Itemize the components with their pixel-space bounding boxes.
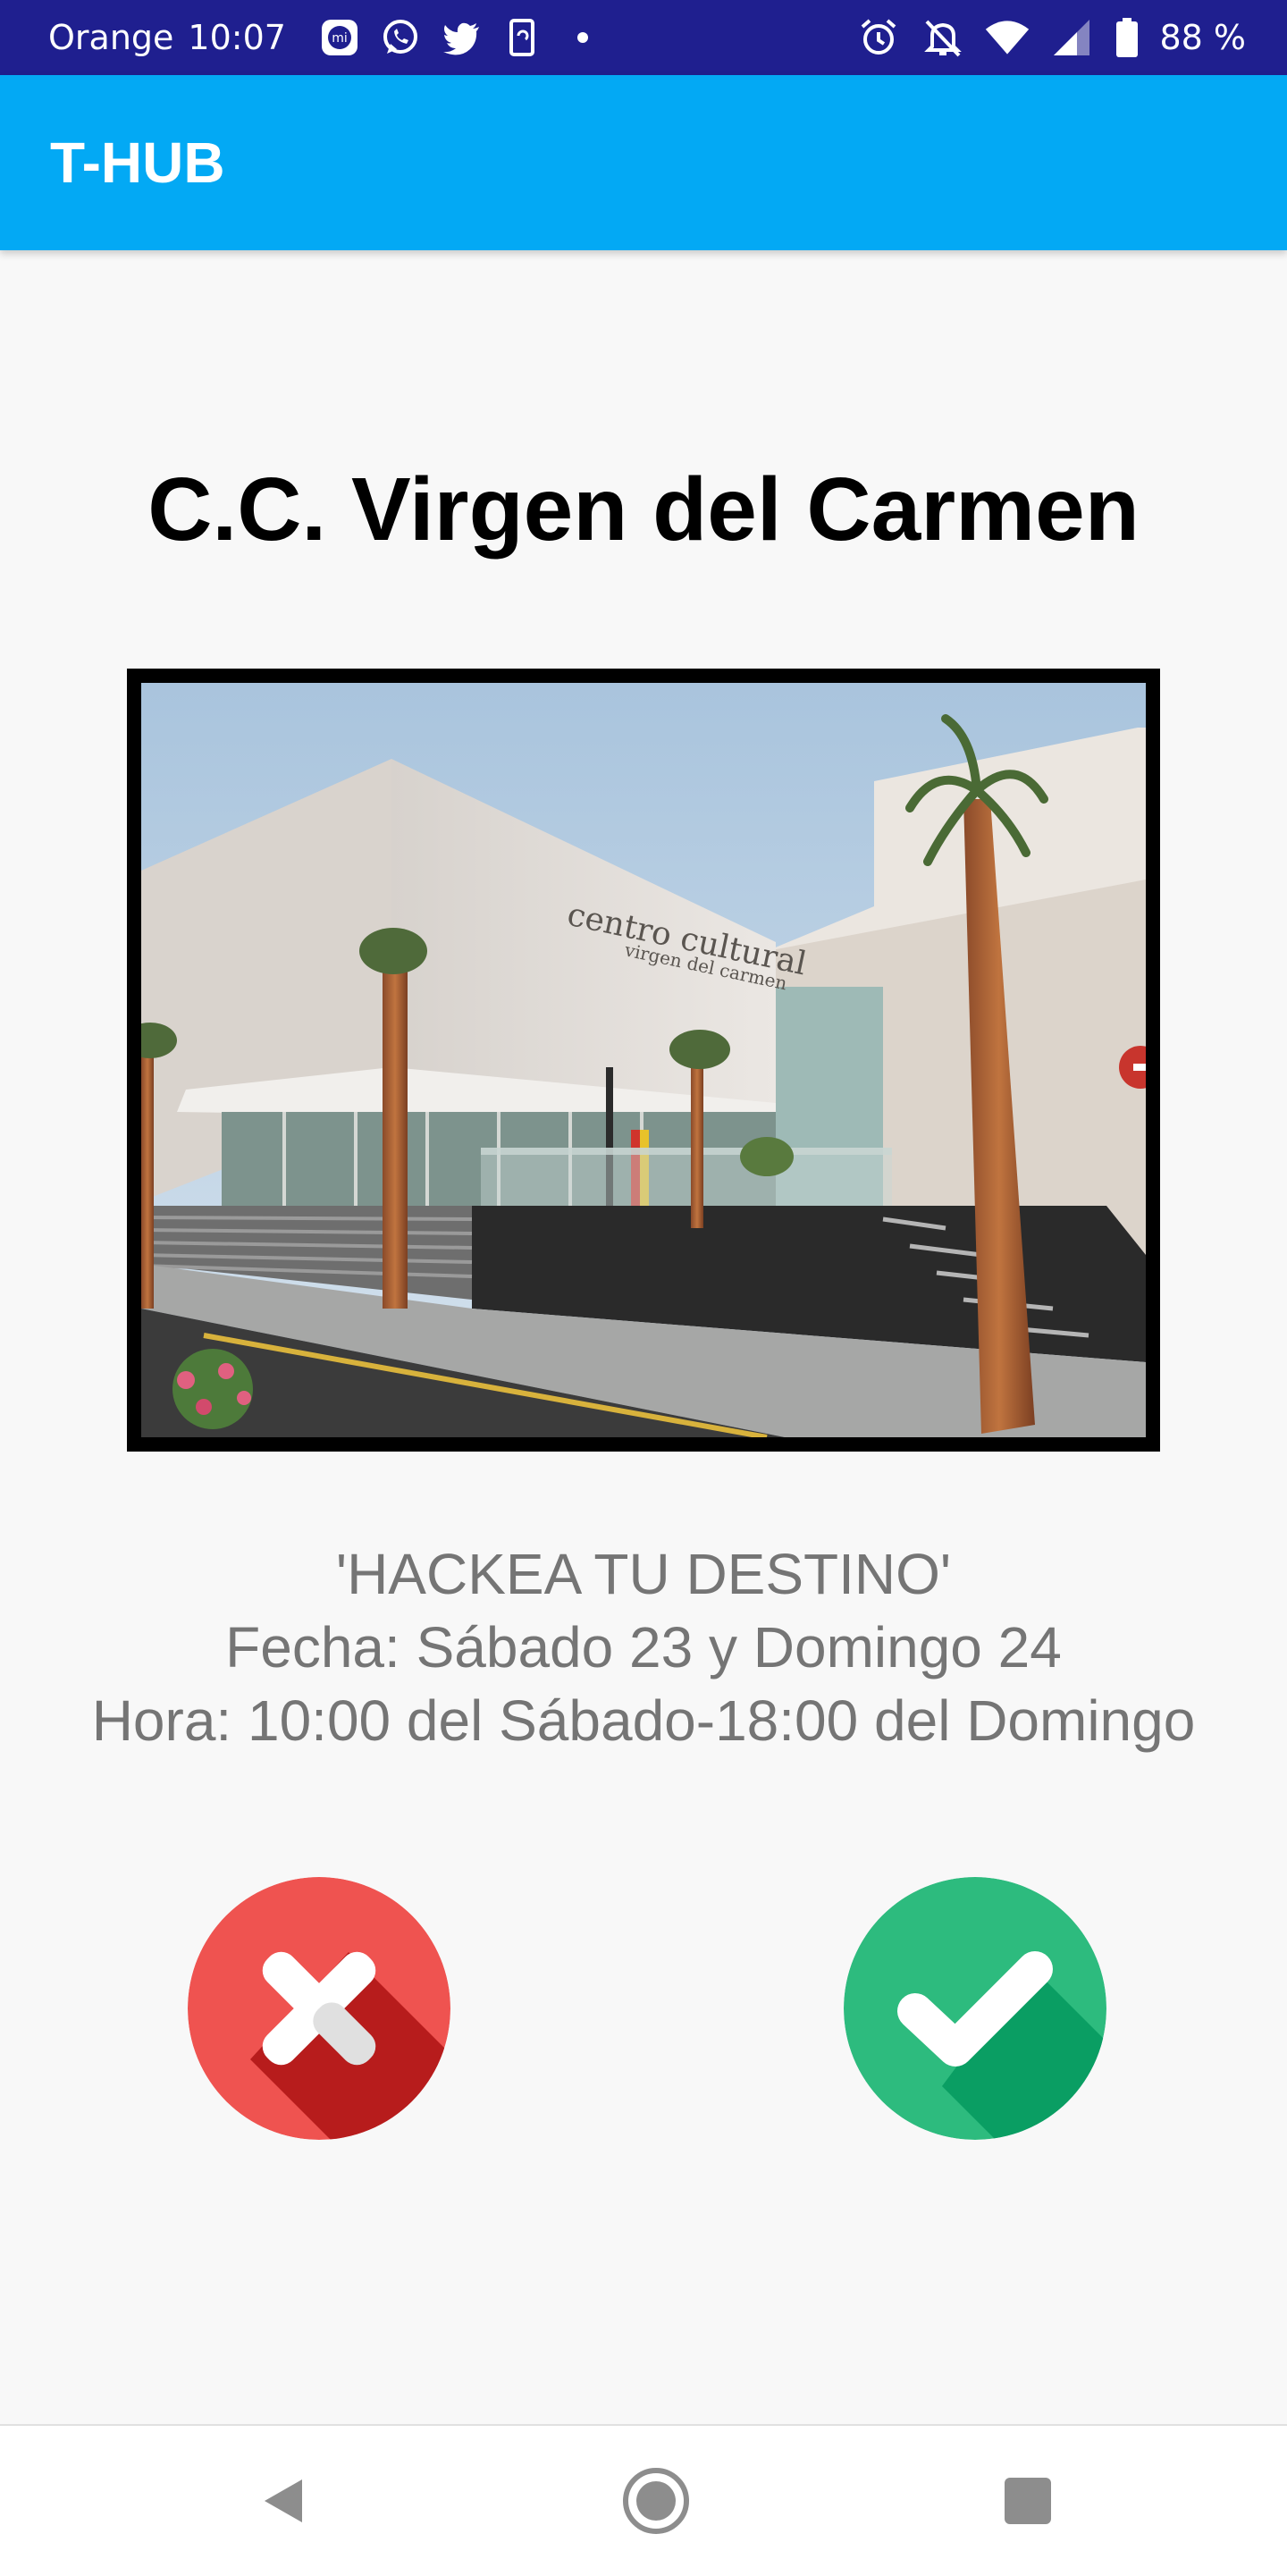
back-icon: [265, 2479, 302, 2522]
clock: 10:07: [188, 18, 286, 57]
status-left: Orange 10:07 mi: [48, 0, 606, 75]
back-button[interactable]: [248, 2465, 320, 2537]
venue-title: C.C. Virgen del Carmen: [147, 459, 1140, 560]
battery-icon: [1113, 14, 1141, 61]
mi-icon: mi: [316, 14, 363, 61]
navigation-bar: [0, 2424, 1287, 2576]
status-bar: Orange 10:07 mi 88 %: [0, 0, 1287, 75]
app-title: T-HUB: [50, 130, 225, 195]
whatsapp-icon: [377, 14, 424, 61]
signal-icon: [1048, 14, 1095, 61]
wifi-icon: [984, 14, 1030, 61]
notifications-off-icon: [920, 14, 966, 61]
event-date: Fecha: Sábado 23 y Domingo 24: [225, 1615, 1062, 1679]
carrier-label: Orange: [48, 18, 174, 57]
reject-button[interactable]: [188, 1877, 450, 2140]
check-icon: [844, 1877, 1106, 2140]
venue-photo-frame: centro cultural virgen del carmen: [127, 669, 1160, 1452]
app-icon: [499, 14, 545, 61]
accept-button[interactable]: [844, 1877, 1106, 2140]
venue-photo: centro cultural virgen del carmen: [141, 683, 1146, 1437]
home-icon: [623, 2468, 689, 2534]
close-icon: [188, 1877, 450, 2140]
recents-icon: [1005, 2478, 1051, 2524]
event-info: 'HACKEA TU DESTINO' Fecha: Sábado 23 y D…: [0, 1537, 1287, 1757]
alarm-icon: [855, 14, 902, 61]
event-time: Hora: 10:00 del Sábado-18:00 del Domingo: [91, 1688, 1196, 1753]
svg-text:mi: mi: [332, 31, 348, 46]
event-name: 'HACKEA TU DESTINO': [335, 1542, 952, 1606]
dot-icon: [559, 14, 606, 61]
home-button[interactable]: [620, 2465, 692, 2537]
battery-level: 88 %: [1159, 18, 1246, 57]
status-right: 88 %: [855, 0, 1246, 75]
recents-button[interactable]: [992, 2465, 1064, 2537]
twitter-icon: [438, 14, 484, 61]
app-bar: T-HUB: [0, 75, 1287, 250]
